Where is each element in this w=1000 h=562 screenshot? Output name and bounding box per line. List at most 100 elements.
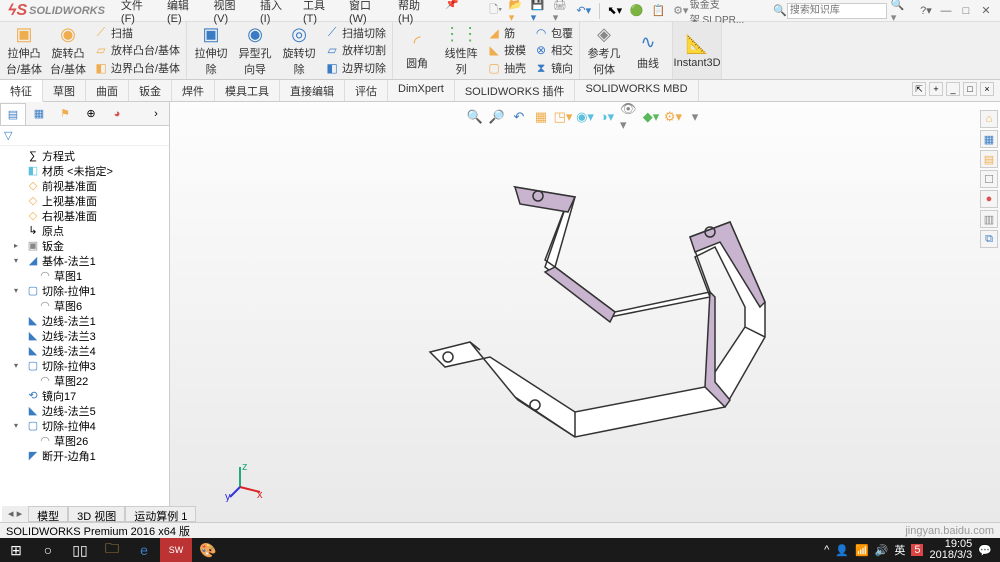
tree-node[interactable]: ▾▢切除-拉伸4 — [2, 418, 167, 433]
minimize-icon[interactable]: — — [938, 3, 954, 19]
view-palette-icon[interactable]: ☐ — [980, 170, 998, 188]
clock[interactable]: 19:05 2018/3/3 — [929, 539, 972, 561]
tree-node[interactable]: ◇右视基准面 — [2, 208, 167, 223]
undo-icon[interactable]: ↶▾ — [575, 2, 593, 20]
cut-extrude-button[interactable]: ▣拉伸切 除 — [189, 24, 233, 77]
tree-node[interactable]: ▸▣钣金 — [2, 238, 167, 253]
doc-new-icon[interactable]: + — [929, 82, 943, 96]
menu-edit[interactable]: 编辑(E) — [159, 0, 206, 25]
close-icon[interactable]: ✕ — [978, 3, 994, 19]
tab-sketch[interactable]: 草图 — [43, 80, 86, 101]
tree-node[interactable]: ▾▢切除-拉伸1 — [2, 283, 167, 298]
tree-node[interactable]: ◣边线-法兰4 — [2, 343, 167, 358]
wrap-button[interactable]: ◠包覆 — [534, 24, 573, 41]
tree-filter[interactable]: ▽ — [0, 126, 169, 146]
rebuild-icon[interactable]: 🟢 — [628, 2, 646, 20]
btab-motion[interactable]: 运动算例 1 — [125, 506, 196, 522]
doc-min-icon[interactable]: _ — [946, 82, 960, 96]
cut-loft-button[interactable]: ▱放样切割 — [325, 42, 386, 59]
curves-button[interactable]: ∿曲线 — [626, 24, 670, 77]
fillet-button[interactable]: ◜圆角 — [395, 24, 439, 77]
hide-show-icon[interactable]: ◑▾ — [598, 108, 616, 126]
menu-file[interactable]: 文件(F) — [113, 0, 159, 25]
menu-tools[interactable]: 工具(T) — [295, 0, 341, 25]
draft-button[interactable]: ◣拔模 — [487, 42, 526, 59]
display-style-icon[interactable]: ◉▾ — [576, 108, 594, 126]
tray-ime[interactable]: 英 — [894, 542, 905, 558]
tree-tab-more[interactable]: › — [143, 103, 169, 125]
tab-directedit[interactable]: 直接编辑 — [280, 80, 345, 101]
tab-swaddins[interactable]: SOLIDWORKS 插件 — [455, 80, 576, 101]
custom-props-icon[interactable]: ▥ — [980, 210, 998, 228]
tree-node[interactable]: ◇前视基准面 — [2, 178, 167, 193]
tree-toggle-icon[interactable]: ▾ — [14, 256, 24, 265]
boundary-button[interactable]: ◧边界凸台/基体 — [94, 60, 180, 77]
loft-button[interactable]: ▱放样凸台/基体 — [94, 42, 180, 59]
tree-node[interactable]: ◣边线-法兰5 — [2, 403, 167, 418]
tree-node[interactable]: ◇上视基准面 — [2, 193, 167, 208]
doc-max-icon[interactable]: □ — [963, 82, 977, 96]
help-icon[interactable]: ?▾ — [918, 3, 934, 19]
tab-dimxpert[interactable]: DimXpert — [388, 80, 455, 101]
maximize-icon[interactable]: □ — [958, 3, 974, 19]
file-explorer-icon[interactable]: ▤ — [980, 150, 998, 168]
instant3d-button[interactable]: 📐Instant3D — [675, 24, 719, 77]
tree-tab-dimxpert[interactable]: ⊕ — [78, 103, 104, 125]
view-select-icon[interactable]: ▾ — [686, 108, 704, 126]
mirror-button[interactable]: ⧗镜向 — [534, 60, 573, 77]
tray-up-icon[interactable]: ^ — [824, 544, 829, 556]
menu-insert[interactable]: 插入(I) — [252, 0, 295, 25]
tray-wifi-icon[interactable]: 📶 — [855, 544, 869, 557]
select-icon[interactable]: ⬉▾ — [606, 2, 624, 20]
rib-button[interactable]: ◢筋 — [487, 24, 526, 41]
btab-model[interactable]: 模型 — [28, 506, 68, 522]
pattern-button[interactable]: ⋮⋮线性阵 列 — [439, 24, 483, 77]
apply-scene-icon[interactable]: ◆▾ — [642, 108, 660, 126]
tree-tab-config[interactable]: ⚑ — [52, 103, 78, 125]
tree-toggle-icon[interactable]: ▾ — [14, 361, 24, 370]
tree-tab-display[interactable]: ◕ — [104, 103, 130, 125]
tray-people-icon[interactable]: 👤 — [835, 544, 849, 557]
paint-icon[interactable]: 🎨 — [192, 538, 224, 562]
tree-node[interactable]: ◠草图26 — [2, 433, 167, 448]
intersect-button[interactable]: ⊗相交 — [534, 42, 573, 59]
tree-node[interactable]: ◠草图1 — [2, 268, 167, 283]
shell-button[interactable]: ▢抽壳 — [487, 60, 526, 77]
sweep-button[interactable]: ⟋扫描 — [94, 24, 180, 41]
edge-icon[interactable]: e — [128, 538, 160, 562]
tree-tab-design[interactable]: ▤ — [0, 103, 26, 125]
tree-node[interactable]: ◠草图6 — [2, 298, 167, 313]
menu-help[interactable]: 帮助(H) — [390, 0, 437, 25]
menu-view[interactable]: 视图(V) — [205, 0, 252, 25]
design-lib-icon[interactable]: ▦ — [980, 130, 998, 148]
tree-node[interactable]: ◤断开-边角1 — [2, 448, 167, 463]
search-input[interactable] — [787, 3, 887, 19]
edit-appearance-icon[interactable]: 👁▾ — [620, 108, 638, 126]
tree-node[interactable]: ▾▢切除-拉伸3 — [2, 358, 167, 373]
tree-toggle-icon[interactable]: ▾ — [14, 421, 24, 430]
zoom-area-icon[interactable]: 🔎 — [488, 108, 506, 126]
hole-wizard-button[interactable]: ◉异型孔 向导 — [233, 24, 277, 77]
new-doc-icon[interactable]: 🗋▾ — [487, 2, 505, 20]
forum-icon[interactable]: ⧉ — [980, 230, 998, 248]
tab-feature[interactable]: 特征 — [0, 80, 43, 102]
cut-revolve-button[interactable]: ◎旋转切 除 — [277, 24, 321, 77]
section-icon[interactable]: ▦ — [532, 108, 550, 126]
save-icon[interactable]: 💾▾ — [531, 2, 549, 20]
menu-pin[interactable]: 📌 — [437, 0, 467, 25]
tree-node[interactable]: ◣边线-法兰3 — [2, 328, 167, 343]
menu-window[interactable]: 窗口(W) — [341, 0, 390, 25]
resources-icon[interactable]: ⌂ — [980, 110, 998, 128]
viewport[interactable]: 🔍 🔎 ↶ ▦ ◳▾ ◉▾ ◑▾ 👁▾ ◆▾ ⚙▾ ▾ — [170, 102, 1000, 542]
print-icon[interactable]: 🖨▾ — [553, 2, 571, 20]
prev-view-icon[interactable]: ↶ — [510, 108, 528, 126]
zoom-fit-icon[interactable]: 🔍 — [466, 108, 484, 126]
tree-tab-property[interactable]: ▦ — [26, 103, 52, 125]
refgeom-button[interactable]: ◈参考几 何体 — [582, 24, 626, 77]
tree-node[interactable]: ◧材质 <未指定> — [2, 163, 167, 178]
btab-3dview[interactable]: 3D 视图 — [68, 506, 125, 522]
options-icon[interactable]: 📋 — [650, 2, 668, 20]
notifications-icon[interactable]: 💬 — [978, 544, 992, 557]
tab-sheetmetal[interactable]: 钣金 — [129, 80, 172, 101]
settings-icon[interactable]: ⚙▾ — [672, 2, 690, 20]
